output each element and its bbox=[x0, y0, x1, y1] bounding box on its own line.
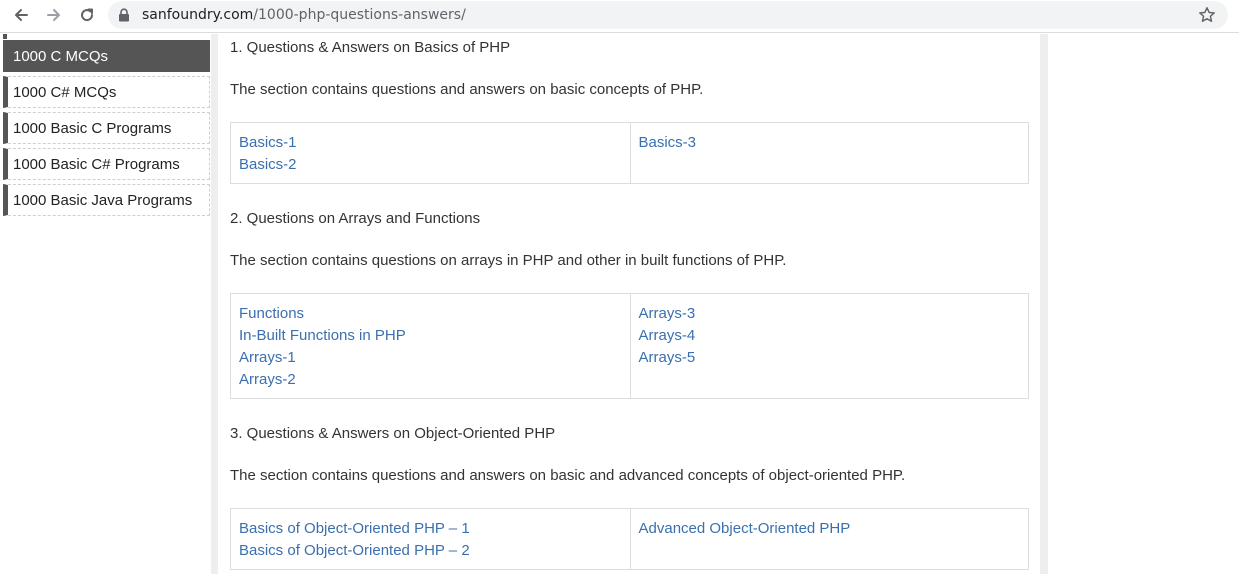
link-table: Functions In-Built Functions in PHP Arra… bbox=[230, 293, 1029, 399]
sidebar-item-label: 1000 C# MCQs bbox=[13, 83, 117, 101]
link-table: Basics-1 Basics-2 Basics-3 bbox=[230, 122, 1029, 184]
forward-button[interactable] bbox=[41, 3, 67, 27]
link-arrays-3[interactable]: Arrays-3 bbox=[639, 303, 1021, 325]
link-functions[interactable]: Functions bbox=[239, 303, 622, 325]
link-arrays-4[interactable]: Arrays-4 bbox=[639, 325, 1021, 347]
link-column-right: Basics-3 bbox=[629, 123, 1029, 183]
link-basics-1[interactable]: Basics-1 bbox=[239, 132, 622, 154]
link-oop-basics-2[interactable]: Basics of Object-Oriented PHP – 2 bbox=[239, 540, 622, 562]
section-description: The section contains questions and answe… bbox=[230, 81, 704, 98]
section-title: 2. Questions on Arrays and Functions bbox=[230, 210, 481, 227]
browser-toolbar: sanfoundry.com/1000-php-questions-answer… bbox=[0, 0, 1239, 33]
link-column-right: Advanced Object-Oriented PHP bbox=[629, 509, 1029, 569]
link-in-built-functions[interactable]: In-Built Functions in PHP bbox=[239, 325, 622, 347]
sidebar-item-label: 1000 C MCQs bbox=[13, 47, 109, 65]
star-icon[interactable] bbox=[1198, 6, 1216, 24]
forward-arrow-icon bbox=[47, 9, 60, 21]
sidebar-item-label: 1000 Basic Java Programs bbox=[13, 191, 193, 209]
section-title: 1. Questions & Answers on Basics of PHP bbox=[230, 39, 511, 56]
sidebar-top-edge bbox=[3, 34, 7, 39]
sidebar-item-basic-csharp-programs[interactable]: 1000 Basic C# Programs bbox=[3, 148, 210, 180]
link-arrays-5[interactable]: Arrays-5 bbox=[639, 347, 1021, 369]
link-basics-3[interactable]: Basics-3 bbox=[639, 132, 1021, 154]
sidebar: 1000 C MCQs 1000 C# MCQs 1000 Basic C Pr… bbox=[0, 34, 211, 574]
back-button[interactable] bbox=[8, 3, 34, 27]
link-column-right: Arrays-3 Arrays-4 Arrays-5 bbox=[629, 294, 1029, 398]
main-content: 1. Questions & Answers on Basics of PHP … bbox=[218, 34, 1040, 574]
link-arrays-2[interactable]: Arrays-2 bbox=[239, 369, 622, 391]
right-gutter bbox=[1040, 34, 1048, 574]
back-arrow-icon bbox=[15, 9, 28, 21]
link-arrays-1[interactable]: Arrays-1 bbox=[239, 347, 622, 369]
url-text: sanfoundry.com/1000-php-questions-answer… bbox=[142, 7, 466, 23]
sidebar-item-basic-java-programs[interactable]: 1000 Basic Java Programs bbox=[3, 184, 210, 216]
left-gutter bbox=[211, 34, 218, 574]
section-description: The section contains questions and answe… bbox=[230, 467, 906, 484]
section-description: The section contains questions on arrays… bbox=[230, 252, 787, 269]
sidebar-item-label: 1000 Basic C Programs bbox=[13, 119, 172, 137]
sidebar-item-csharp-mcqs[interactable]: 1000 C# MCQs bbox=[3, 76, 210, 108]
section-title: 3. Questions & Answers on Object-Oriente… bbox=[230, 425, 556, 442]
lock-icon bbox=[119, 8, 129, 22]
link-column-left: Basics of Object-Oriented PHP – 1 Basics… bbox=[231, 509, 630, 569]
link-column-left: Functions In-Built Functions in PHP Arra… bbox=[231, 294, 630, 398]
sidebar-item-basic-c-programs[interactable]: 1000 Basic C Programs bbox=[3, 112, 210, 144]
link-column-left: Basics-1 Basics-2 bbox=[231, 123, 630, 183]
reload-button[interactable] bbox=[74, 3, 100, 27]
link-advanced-oop[interactable]: Advanced Object-Oriented PHP bbox=[639, 518, 1021, 540]
link-basics-2[interactable]: Basics-2 bbox=[239, 154, 622, 176]
reload-icon bbox=[81, 8, 94, 22]
link-oop-basics-1[interactable]: Basics of Object-Oriented PHP – 1 bbox=[239, 518, 622, 540]
sidebar-item-label: 1000 Basic C# Programs bbox=[13, 155, 180, 173]
sidebar-item-c-mcqs[interactable]: 1000 C MCQs bbox=[3, 40, 210, 72]
link-table: Basics of Object-Oriented PHP – 1 Basics… bbox=[230, 508, 1029, 570]
address-bar[interactable]: sanfoundry.com/1000-php-questions-answer… bbox=[108, 1, 1228, 29]
url-host: sanfoundry.com bbox=[142, 7, 254, 23]
url-path: /1000-php-questions-answers/ bbox=[253, 7, 466, 23]
